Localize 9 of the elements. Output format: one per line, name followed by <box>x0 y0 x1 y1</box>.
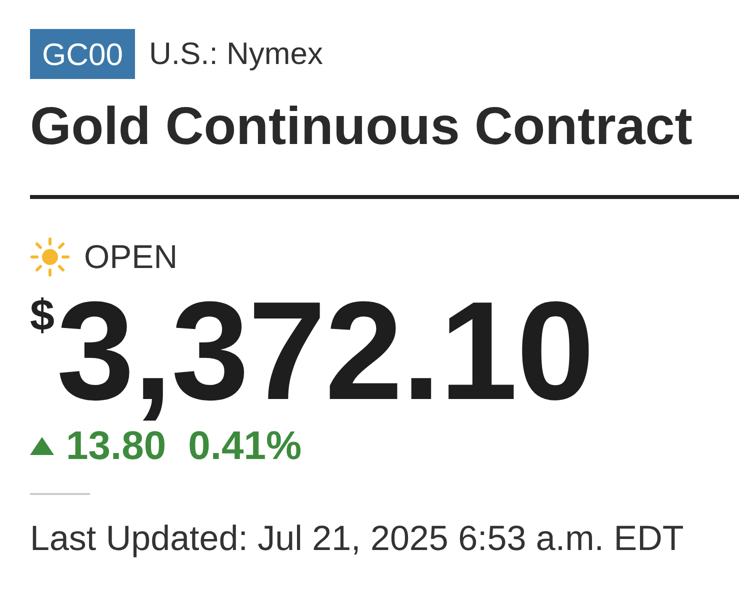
exchange-label: U.S.: Nymex <box>148 36 323 72</box>
currency-symbol: $ <box>30 290 54 341</box>
price-value: 3,372.10 <box>56 276 594 424</box>
change-percent: 0.41% <box>188 424 302 469</box>
last-updated-text: Last Updated: Jul 21, 2025 6:53 a.m. EDT <box>30 518 685 559</box>
contract-title: Gold Continuous Contract <box>30 96 694 158</box>
ticker-badge: GC00 <box>30 29 135 79</box>
change-value: 13.80 <box>66 424 166 469</box>
market-status-label: OPEN <box>84 238 178 276</box>
